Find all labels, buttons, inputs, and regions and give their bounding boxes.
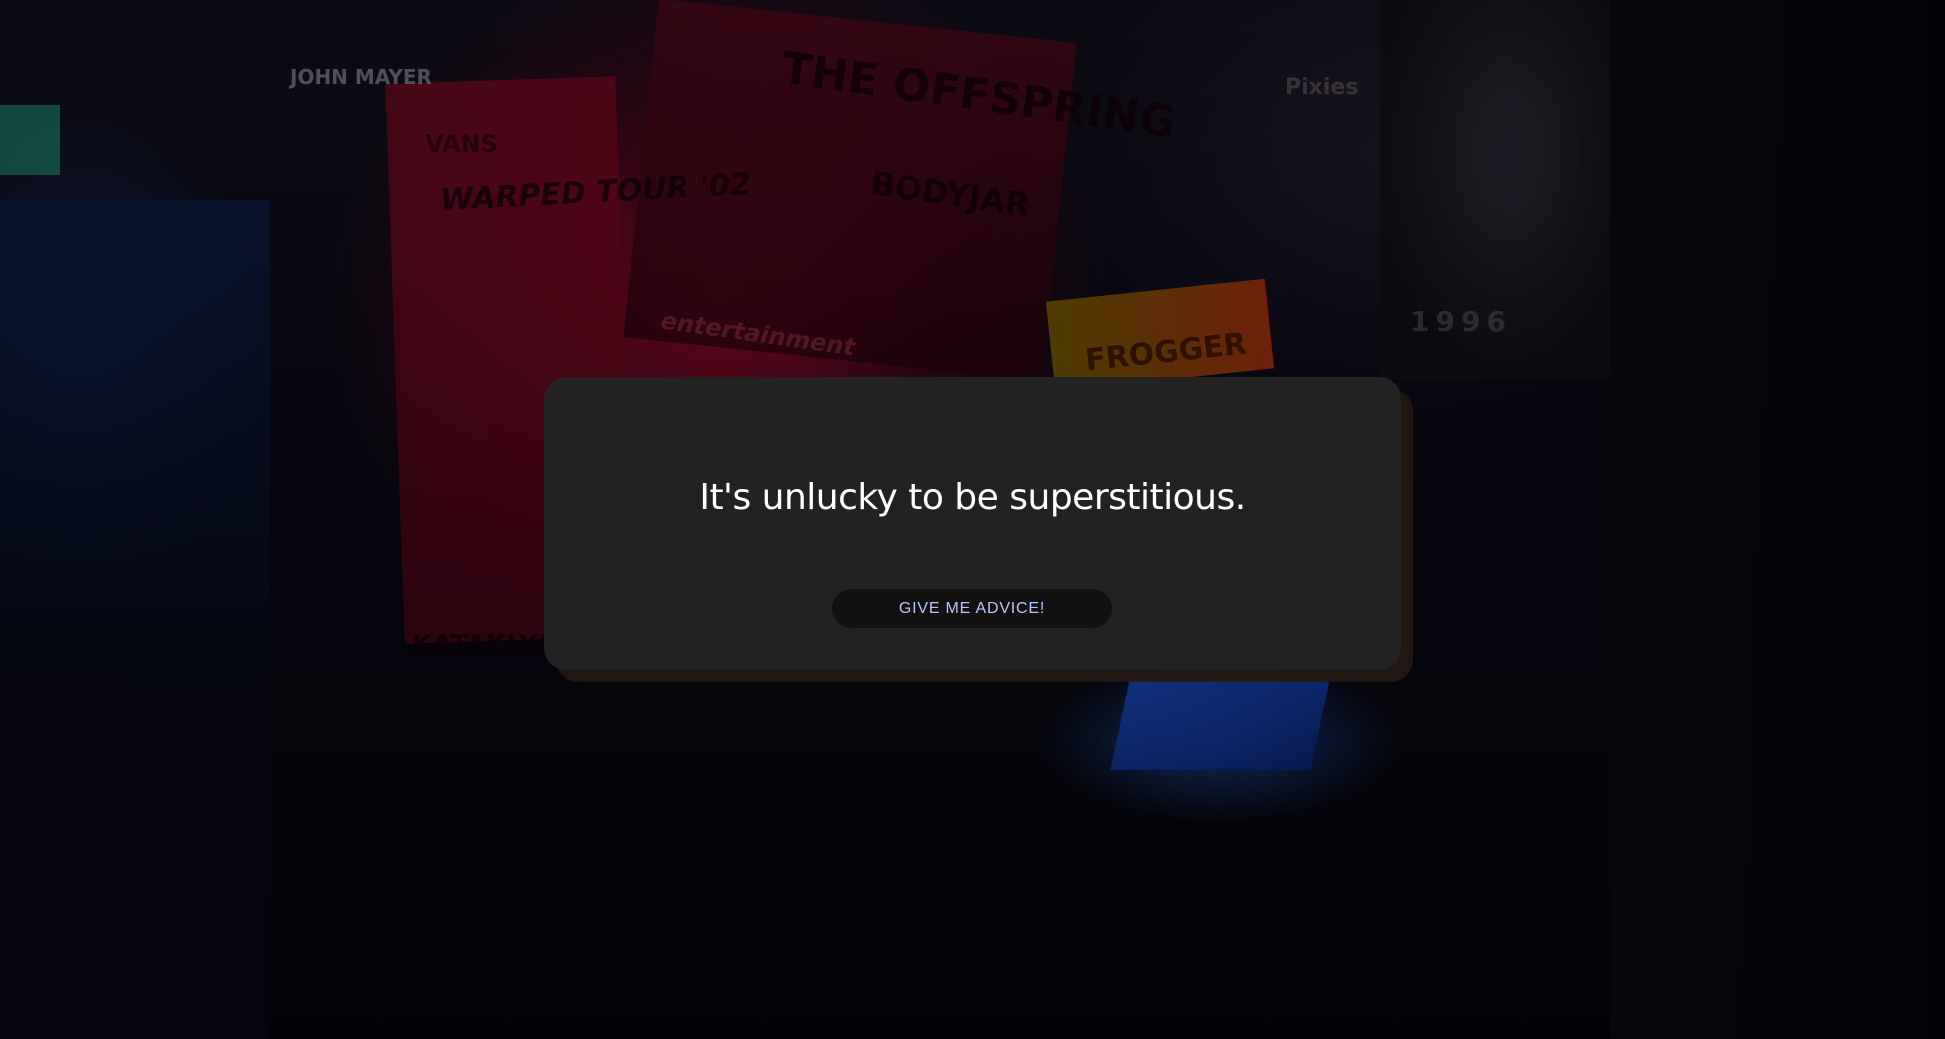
advice-text: It's unlucky to be superstitious. (699, 477, 1246, 518)
give-me-advice-button[interactable]: GIVE ME ADVICE! (832, 589, 1112, 628)
advice-card: It's unlucky to be superstitious. GIVE M… (544, 377, 1401, 670)
